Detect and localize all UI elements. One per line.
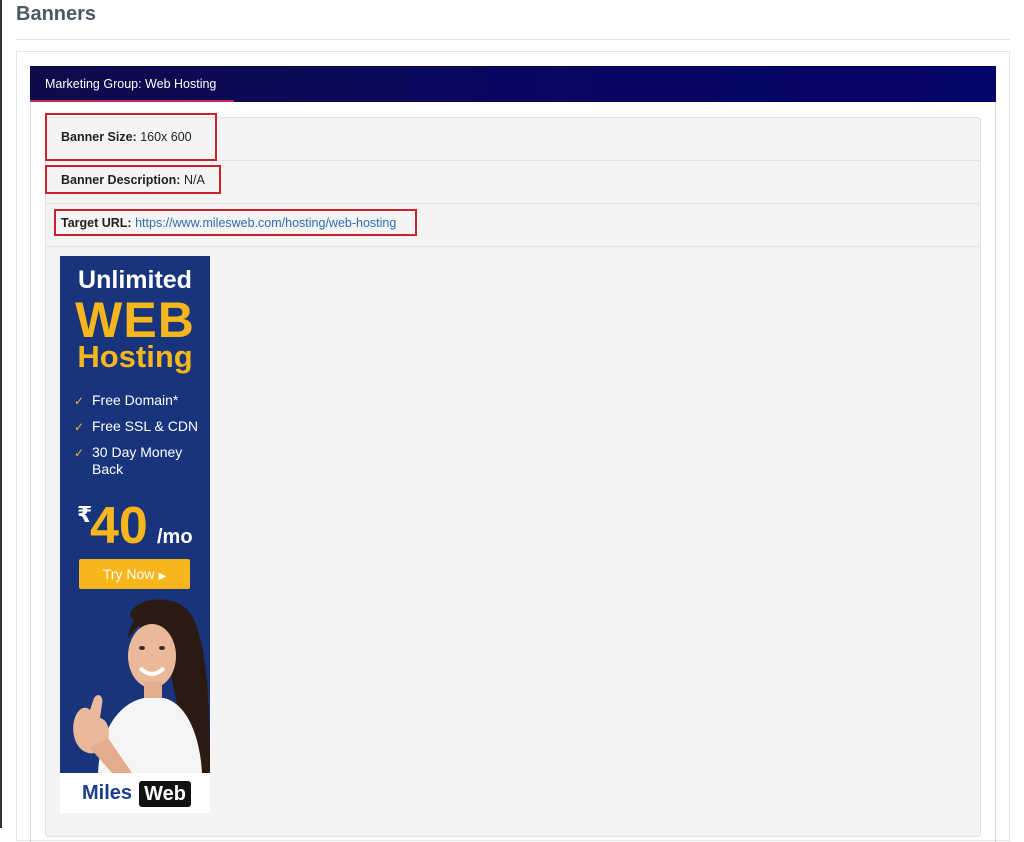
- title-divider: [16, 39, 1010, 40]
- ad-try-now-button[interactable]: Try Now ▶: [79, 559, 190, 589]
- window-left-border: [0, 0, 2, 828]
- marketing-group-header: Marketing Group: Web Hosting: [30, 66, 996, 102]
- page-title: Banners: [16, 3, 97, 25]
- ad-feature-item: ✓ Free SSL & CDN: [74, 418, 199, 434]
- ad-headline-hosting: Hosting: [77, 339, 193, 374]
- play-arrow-icon: ▶: [158, 571, 167, 582]
- marketing-group-title: Marketing Group: Web Hosting: [45, 77, 217, 91]
- banner-ad-image[interactable]: Unlimited WEB Hosting ✓ Free Domain* ✓ Fre…: [60, 256, 210, 813]
- ad-price-period: /mo: [157, 526, 193, 548]
- checkmark-icon: ✓: [74, 420, 85, 434]
- checkmark-icon: ✓: [74, 394, 85, 408]
- ad-price: 40: [90, 497, 148, 555]
- checkmark-icon: ✓: [74, 446, 85, 460]
- row-divider: [46, 203, 980, 204]
- ad-feature-item: ✓ 30 Day Money Back: [74, 444, 183, 477]
- milesweb-logo: Miles Web: [60, 773, 210, 813]
- marketing-group-tab[interactable]: Marketing Group: Web Hosting: [30, 66, 234, 102]
- ad-feature-item: ✓ Free Domain*: [74, 392, 179, 408]
- target-url-highlight: [54, 209, 417, 236]
- row-divider: [46, 246, 980, 247]
- logo-text-web: Web: [139, 781, 191, 807]
- ad-cta-label: Try Now: [102, 566, 155, 582]
- banner-size-highlight: [45, 113, 217, 161]
- logo-text-miles: Miles: [82, 782, 133, 804]
- banner-description-highlight: [45, 165, 221, 194]
- woman-photo: [73, 599, 210, 773]
